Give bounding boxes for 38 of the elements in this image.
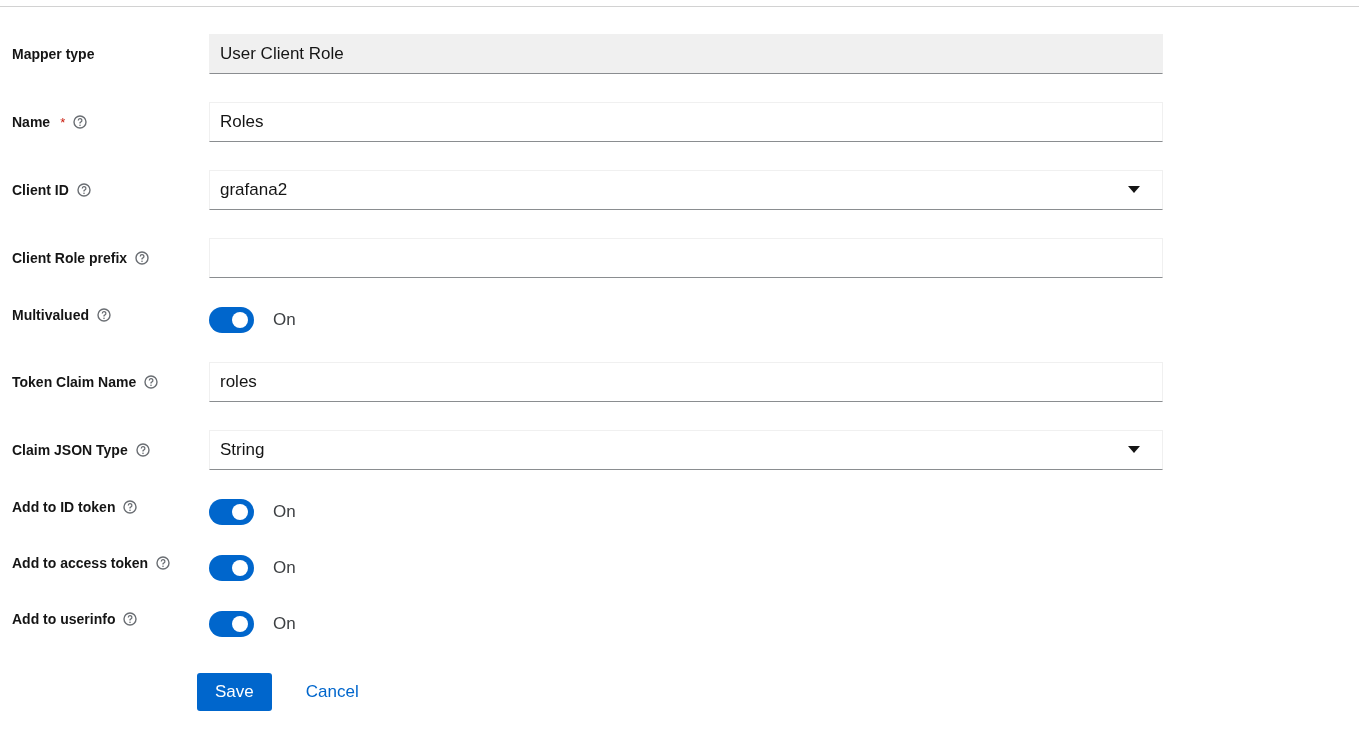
save-button[interactable]: Save [197, 673, 272, 711]
help-icon[interactable] [73, 115, 88, 129]
field-label: Name [12, 114, 51, 130]
caret-icon [1128, 186, 1140, 194]
help-icon[interactable] [97, 308, 111, 322]
caret-icon [1128, 446, 1140, 454]
field-label: Client Role prefix [12, 250, 128, 266]
field-label: Claim JSON Type [12, 442, 128, 458]
switch-state-text: On [273, 614, 296, 634]
field-label: Client ID [12, 182, 69, 198]
select-field[interactable]: grafana2 [209, 170, 1163, 210]
cancel-button[interactable]: Cancel [287, 673, 377, 711]
switch-state-text: On [273, 310, 296, 330]
switch-state-text: On [273, 558, 296, 578]
toggle-switch[interactable] [209, 611, 254, 637]
text-field[interactable] [209, 238, 1163, 278]
field-label: Add to access token [12, 555, 149, 571]
readonly-field: User Client Role [209, 34, 1163, 74]
field-label: Token Claim Name [12, 374, 137, 390]
text-field[interactable]: Roles [209, 102, 1163, 142]
field-label: Mapper type [12, 46, 95, 62]
help-icon[interactable] [76, 183, 91, 197]
toggle-switch[interactable] [209, 555, 254, 581]
toggle-switch[interactable] [209, 307, 254, 333]
field-label: Add to userinfo [12, 611, 116, 627]
help-icon[interactable] [123, 500, 138, 514]
switch-state-text: On [273, 502, 296, 522]
help-icon[interactable] [144, 375, 159, 389]
help-icon[interactable] [135, 251, 150, 265]
text-field[interactable]: roles [209, 362, 1163, 402]
toggle-switch[interactable] [209, 499, 254, 525]
help-icon[interactable] [135, 443, 150, 457]
field-label: Multivalued [12, 307, 89, 323]
select-field[interactable]: String [209, 430, 1163, 470]
help-icon[interactable] [123, 612, 138, 626]
help-icon[interactable] [156, 556, 171, 570]
required-mark: * [60, 114, 66, 130]
field-label: Add to ID token [12, 499, 116, 515]
